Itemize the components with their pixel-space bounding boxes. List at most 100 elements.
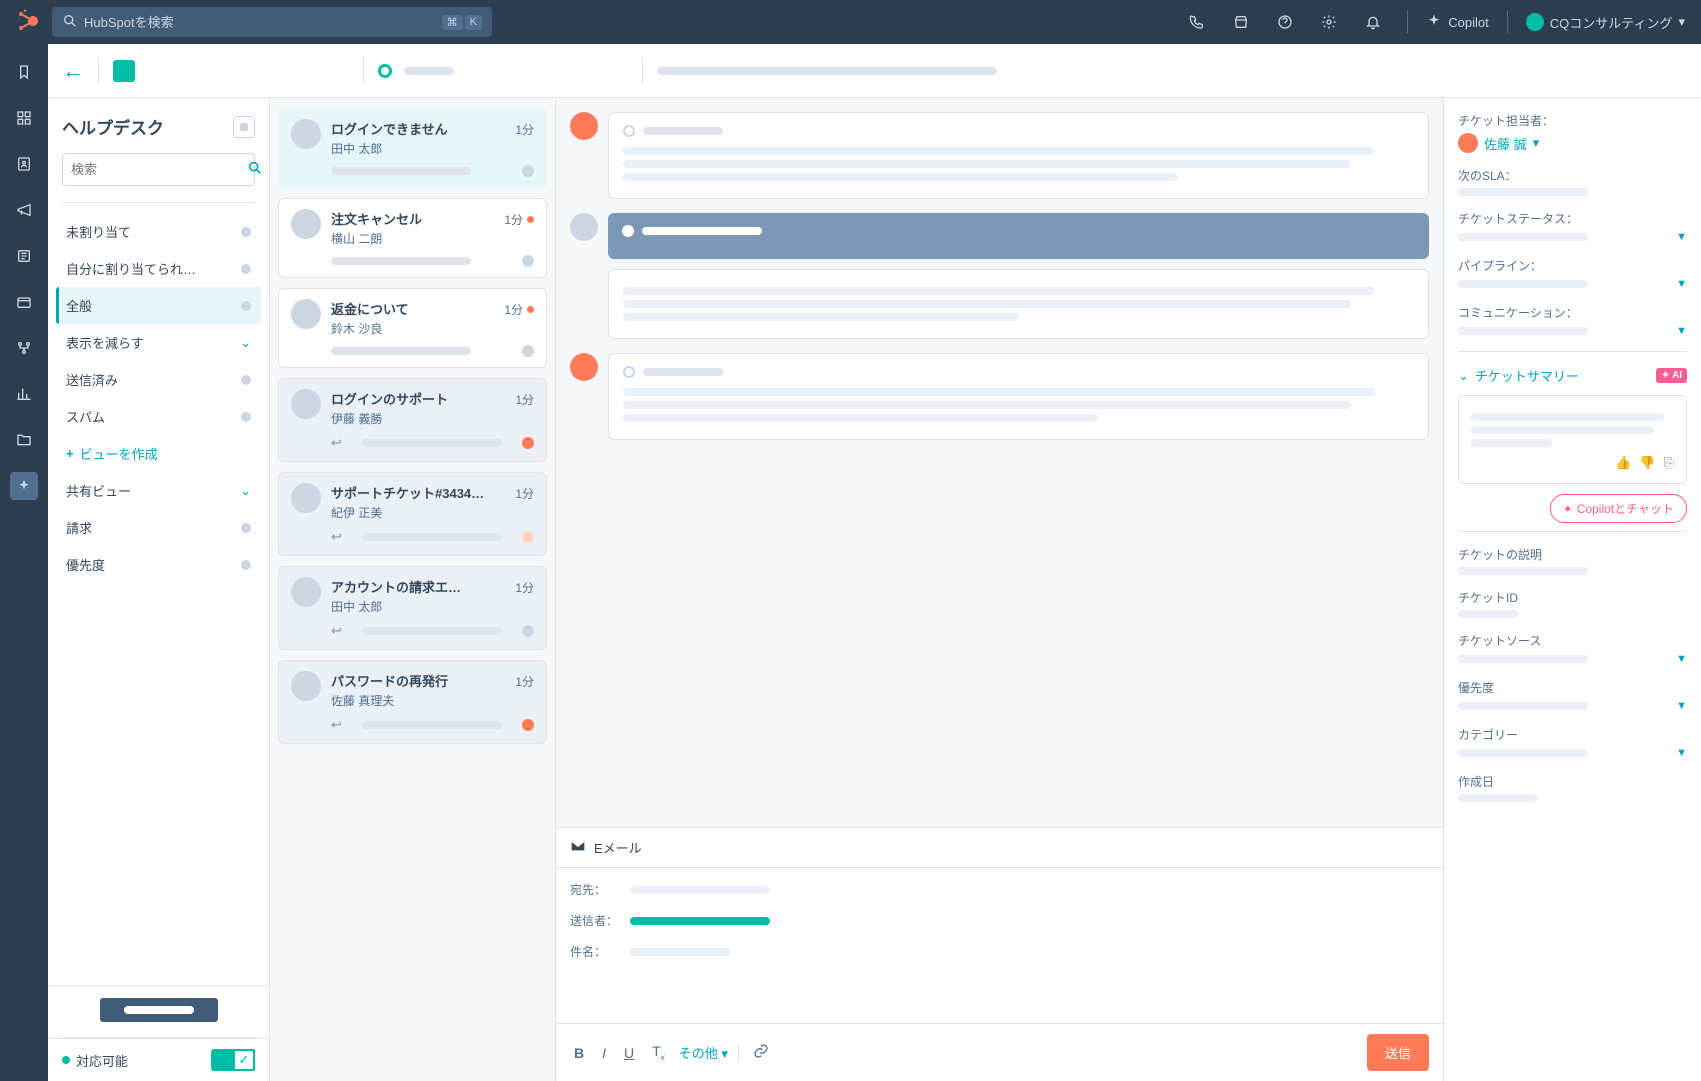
ticket-item[interactable]: アカウントの請求エ…1分田中 太郎↩ — [278, 566, 547, 650]
send-button[interactable]: 送信 — [1367, 1034, 1429, 1071]
availability-toggle[interactable]: ✓ — [211, 1049, 255, 1071]
status-dot-icon — [522, 165, 534, 177]
ai-summary-box: 👍 👎 ⎘ — [1458, 395, 1687, 484]
chevron-down-icon: ▼ — [1676, 747, 1687, 759]
contacts-icon[interactable] — [10, 150, 38, 178]
sidebar-search[interactable] — [62, 153, 255, 186]
chevron-down-icon: ▼ — [1676, 278, 1687, 290]
more-formatting[interactable]: その他 ▾ — [679, 1043, 728, 1062]
text-format-button[interactable]: Tx — [648, 1041, 669, 1064]
bold-button[interactable]: B — [570, 1043, 588, 1063]
sidebar-item-label: 表示を減らす — [66, 333, 240, 352]
apps-icon[interactable] — [10, 104, 38, 132]
library-icon[interactable] — [10, 426, 38, 454]
thumbs-down-icon[interactable]: 👎 — [1639, 455, 1655, 471]
subject-field[interactable]: 件名： — [570, 936, 1429, 967]
owner-select[interactable]: 佐藤 誠 ▾ — [1458, 133, 1687, 153]
settings-icon[interactable] — [1313, 6, 1345, 38]
sidebar-item-label: 送信済み — [66, 370, 241, 389]
pipeline-select[interactable]: ▼ — [1458, 278, 1687, 290]
commerce-icon[interactable] — [10, 288, 38, 316]
sidebar-item[interactable]: 未割り当て — [56, 213, 261, 250]
sidebar-search-input[interactable] — [71, 162, 247, 177]
count-dot-icon — [241, 560, 251, 570]
ticket-item[interactable]: ログインのサポート1分伊藤 義勝↩ — [278, 378, 547, 462]
summary-toggle[interactable]: ⌄ チケットサマリー — [1458, 366, 1579, 385]
ticket-item[interactable]: パスワードの再発行1分佐藤 真理夫↩ — [278, 660, 547, 744]
thumbs-up-icon[interactable]: 👍 — [1615, 455, 1631, 471]
copy-icon[interactable]: ⎘ — [1664, 455, 1674, 471]
global-search[interactable]: ⌘K — [52, 7, 492, 37]
sidebar-item[interactable]: 共有ビュー⌄ — [56, 472, 261, 509]
marketplace-icon[interactable] — [1225, 6, 1257, 38]
sidebar-collapse-button[interactable] — [233, 116, 255, 138]
message — [570, 213, 1429, 339]
ai-icon[interactable] — [10, 472, 38, 500]
count-dot-icon — [241, 375, 251, 385]
composer-body[interactable] — [570, 967, 1429, 1017]
to-field[interactable]: 宛先： — [570, 874, 1429, 905]
left-nav-rail — [0, 44, 48, 1081]
phone-icon[interactable] — [1181, 6, 1213, 38]
marketing-icon[interactable] — [10, 196, 38, 224]
helpdesk-sidebar: ヘルプデスク 未割り当て自分に割り当てられ…全般表示を減らす⌄送信済みスパム+ビ… — [48, 98, 270, 1081]
from-field[interactable]: 送信者： — [570, 905, 1429, 936]
ticket-item[interactable]: サポートチケット#3434…1分紀伊 正美↩ — [278, 472, 547, 556]
source-select[interactable]: ▼ — [1458, 653, 1687, 665]
ticket-contact: 佐藤 真理夫 — [331, 692, 534, 709]
composer-channel-tab[interactable]: Eメール — [556, 828, 1443, 868]
communication-select[interactable]: ▼ — [1458, 325, 1687, 337]
avatar-icon — [291, 389, 321, 419]
sidebar-item[interactable]: 表示を減らす⌄ — [56, 324, 261, 361]
sidebar-item[interactable]: +ビューを作成 — [56, 435, 261, 472]
sidebar-item[interactable]: 自分に割り当てられ… — [56, 250, 261, 287]
link-button[interactable] — [749, 1041, 773, 1064]
ticket-details-panel: チケット担当者： 佐藤 誠 ▾ 次のSLA： チケットステータス：▼ パイプライ… — [1443, 98, 1701, 1081]
sidebar-action-button[interactable] — [100, 998, 218, 1022]
automation-icon[interactable] — [10, 334, 38, 362]
priority-select[interactable]: ▼ — [1458, 700, 1687, 712]
copilot-button[interactable]: Copilot — [1426, 13, 1488, 32]
help-icon[interactable] — [1269, 6, 1301, 38]
ticket-item[interactable]: 返金について1分鈴木 沙良 — [278, 288, 547, 368]
ticket-item[interactable]: ログインできません1分田中 太郎 — [278, 108, 547, 188]
account-menu[interactable]: CQコンサルティング ▾ — [1526, 13, 1685, 32]
italic-button[interactable]: I — [598, 1043, 610, 1063]
reporting-icon[interactable] — [10, 380, 38, 408]
status-dot-icon — [522, 255, 534, 267]
avatar-icon — [570, 353, 598, 381]
global-search-input[interactable] — [84, 15, 442, 30]
plus-icon: + — [66, 446, 74, 461]
underline-button[interactable]: U — [620, 1043, 638, 1063]
sidebar-item[interactable]: 請求 — [56, 509, 261, 546]
ai-badge: ✦ AI — [1656, 368, 1687, 383]
category-select[interactable]: ▼ — [1458, 747, 1687, 759]
sidebar-item[interactable]: 送信済み — [56, 361, 261, 398]
ticket-item[interactable]: 注文キャンセル1分横山 二朗 — [278, 198, 547, 278]
ticket-time: 1分 — [515, 121, 534, 138]
sidebar-item[interactable]: スパム — [56, 398, 261, 435]
count-dot-icon — [241, 412, 251, 422]
ticket-time: 1分 — [515, 579, 534, 596]
sidebar-item[interactable]: 全般 — [56, 287, 261, 324]
ticket-subject: 返金について — [331, 299, 409, 318]
sidebar-item[interactable]: 優先度 — [56, 546, 261, 583]
owner-label: チケット担当者： — [1458, 112, 1687, 129]
content-icon[interactable] — [10, 242, 38, 270]
sidebar-item-label: 全般 — [66, 296, 241, 315]
back-button[interactable]: ← — [62, 58, 84, 84]
status-dot-icon — [522, 531, 534, 543]
status-dot-icon — [522, 345, 534, 357]
created-value — [1458, 794, 1687, 802]
ticket-subject: アカウントの請求エ… — [331, 577, 461, 596]
status-dot-icon — [522, 625, 534, 637]
notifications-icon[interactable] — [1357, 6, 1389, 38]
copilot-chat-button[interactable]: ✦ Copilotとチャット — [1550, 494, 1687, 523]
status-select[interactable]: ▼ — [1458, 231, 1687, 243]
avatar-icon — [291, 209, 321, 239]
bookmark-icon[interactable] — [10, 58, 38, 86]
ticket-subject: サポートチケット#3434… — [331, 483, 484, 502]
ticket-contact: 田中 太郎 — [331, 140, 534, 157]
reply-icon: ↩ — [331, 717, 342, 733]
ticket-contact: 紀伊 正美 — [331, 504, 534, 521]
